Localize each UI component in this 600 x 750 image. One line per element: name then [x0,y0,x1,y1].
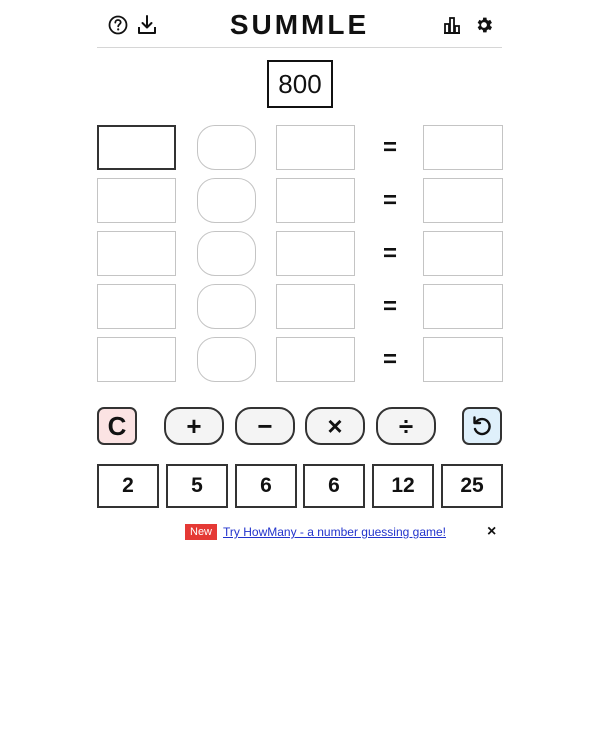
undo-button[interactable] [462,407,502,445]
equals-sign: = [382,133,397,161]
equation-row: = [97,284,504,331]
equation-row: = [97,178,504,225]
settings-icon[interactable] [472,13,496,37]
multiply-button[interactable]: × [305,407,365,445]
operator-slot[interactable] [197,284,256,329]
undo-icon [470,414,494,438]
operand-right-slot[interactable] [276,337,355,382]
equals-sign: = [382,292,397,320]
operand-left-slot[interactable] [97,125,176,170]
result-slot [423,125,503,170]
number-tile[interactable]: 6 [235,464,297,508]
promo-banner: New Try HowMany - a number guessing game… [185,524,446,540]
divide-button[interactable]: ÷ [376,407,436,445]
operator-bar: C + − × ÷ [97,407,504,447]
stats-icon[interactable] [440,13,464,37]
operator-slot[interactable] [197,337,256,382]
new-badge: New [185,524,218,540]
close-icon[interactable]: × [487,523,496,541]
summle-page: SUMMLE 800 = = = = = C + − × ÷ 2 5 6 6 1… [0,0,600,750]
number-tile[interactable]: 5 [166,464,228,508]
equals-sign: = [382,186,397,214]
operator-slot[interactable] [197,178,256,223]
plus-button[interactable]: + [164,407,224,445]
operand-right-slot[interactable] [276,125,355,170]
operand-left-slot[interactable] [97,337,176,382]
operator-slot[interactable] [197,125,256,170]
operand-left-slot[interactable] [97,284,176,329]
number-tile[interactable]: 2 [97,464,159,508]
minus-button[interactable]: − [235,407,295,445]
result-slot [423,337,503,382]
operand-right-slot[interactable] [276,284,355,329]
number-tile[interactable]: 25 [441,464,503,508]
operand-left-slot[interactable] [97,231,176,276]
equation-row: = [97,337,504,384]
result-slot [423,178,503,223]
operator-slot[interactable] [197,231,256,276]
equals-sign: = [382,345,397,373]
result-slot [423,284,503,329]
target-number: 800 [267,60,333,108]
operand-right-slot[interactable] [276,231,355,276]
number-tiles: 2 5 6 6 12 25 [97,464,504,510]
number-tile[interactable]: 12 [372,464,434,508]
equation-row: = [97,231,504,278]
number-tile[interactable]: 6 [303,464,365,508]
equation-grid: = = = = = [97,125,504,390]
result-slot [423,231,503,276]
operand-left-slot[interactable] [97,178,176,223]
header: SUMMLE [97,0,502,48]
operand-right-slot[interactable] [276,178,355,223]
equals-sign: = [382,239,397,267]
promo-link[interactable]: Try HowMany - a number guessing game! [223,525,446,539]
equation-row: = [97,125,504,172]
clear-button[interactable]: C [97,407,137,445]
